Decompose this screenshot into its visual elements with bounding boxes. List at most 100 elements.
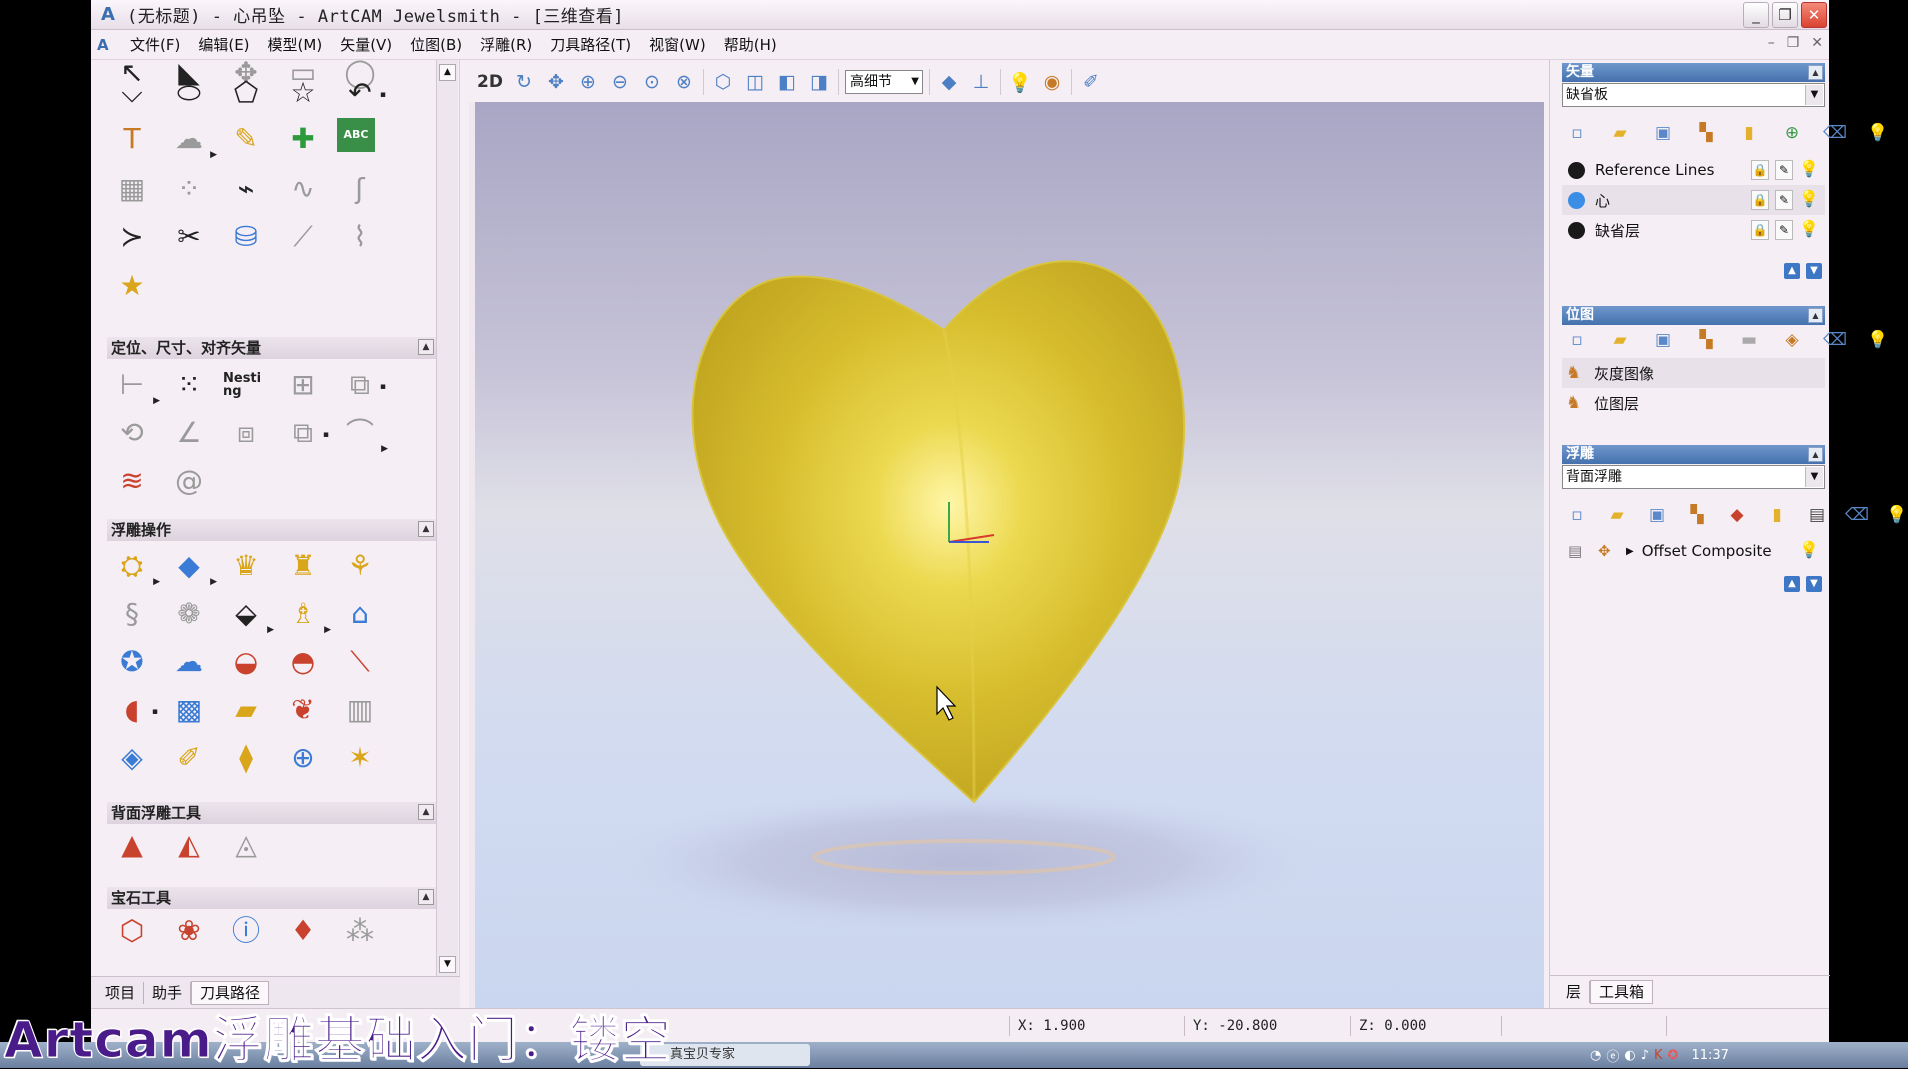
smooth-nodes-icon[interactable]: ⌁ <box>223 168 269 210</box>
back-relief-cut-icon[interactable]: ◭ <box>166 824 212 866</box>
align-icon[interactable]: ⊢ ▶ <box>109 364 160 406</box>
paste-icon[interactable]: ▚ <box>1693 121 1719 145</box>
light-icon[interactable]: 💡 <box>1007 69 1033 95</box>
move-down-icon[interactable]: ▼ <box>1806 263 1822 279</box>
diamond-plane-icon[interactable]: ◈ <box>109 737 155 779</box>
mirror-icon[interactable]: ⧈ <box>223 412 269 454</box>
extrude-icon[interactable]: ♛ <box>223 545 269 587</box>
vector-import-icon[interactable]: ✎ <box>223 118 269 160</box>
zoom-out-icon[interactable]: ⊖ <box>607 69 633 95</box>
column-icon[interactable]: ▥ <box>337 689 383 731</box>
size-icon[interactable]: ⊞ <box>280 364 326 406</box>
side-view-icon[interactable]: ◨ <box>806 69 832 95</box>
brush-icon[interactable]: ⟍ <box>337 641 383 683</box>
bulb-icon[interactable]: 💡 <box>1799 220 1819 240</box>
visibility-icon[interactable]: 💡 <box>1865 121 1891 145</box>
star-relief-icon[interactable]: ✶ <box>337 737 383 779</box>
layer-row[interactable]: 心 🔒 ✎ 💡 <box>1562 185 1825 215</box>
new-bitmap-icon[interactable]: ▫ <box>1564 328 1590 352</box>
add-icon[interactable]: ✚ <box>280 118 326 160</box>
texture-icon[interactable]: ❁ <box>166 593 212 635</box>
gem-diamond-icon[interactable]: ♦ <box>280 910 326 952</box>
save-icon[interactable]: ▣ <box>1650 328 1676 352</box>
menu-toolpath[interactable]: 刀具路径(T) <box>541 31 640 59</box>
mesh-sphere-icon[interactable]: ⊕ <box>280 737 326 779</box>
globe-texture-icon[interactable]: ▩ <box>166 689 212 731</box>
star-wand-icon[interactable]: ★ <box>109 265 155 307</box>
move-down-icon[interactable]: ▼ <box>1806 576 1822 592</box>
wave-icon[interactable]: ⌒ ▶ <box>337 412 388 454</box>
close-button[interactable]: ✕ <box>1801 2 1827 28</box>
collapse-up-icon[interactable]: ▲ <box>1808 65 1823 80</box>
tool-panel-scrollbar[interactable]: ▲ ▼ <box>436 60 458 977</box>
collapse-up-icon[interactable]: ▲ <box>418 889 434 905</box>
zoom-box-icon[interactable]: ⊙ <box>639 69 665 95</box>
collapse-up-icon[interactable]: ▲ <box>418 521 434 537</box>
trim-vector-icon[interactable]: ✂ <box>166 216 212 258</box>
move-up-icon[interactable]: ▲ <box>1784 263 1800 279</box>
title-bar[interactable]: A (无标题) - 心吊坠 - ArtCAM Jewelsmith - [三维查… <box>91 0 1829 30</box>
minimize-button[interactable]: _ <box>1743 2 1769 28</box>
gem-info-icon[interactable]: ⓘ <box>223 910 269 952</box>
edit-pen-icon[interactable]: ✎ <box>1775 160 1793 180</box>
material-icon[interactable]: ◉ <box>1039 69 1065 95</box>
bitmap-to-vector-icon[interactable]: ◈ <box>1779 328 1805 352</box>
tab-toolbox[interactable]: 工具箱 <box>1590 980 1654 1004</box>
lock-icon[interactable]: 🔒 <box>1751 160 1769 180</box>
gem-setting-icon[interactable]: ⬡ <box>109 910 155 952</box>
relief-layer-row[interactable]: ▤ ✥ ▶ Offset Composite 💡 <box>1562 536 1825 566</box>
delete-layer-icon[interactable]: ⌫ <box>1822 121 1848 145</box>
menu-help[interactable]: 帮助(H) <box>715 31 786 59</box>
zoom-in-icon[interactable]: ⊕ <box>575 69 601 95</box>
polygon-tool-icon[interactable]: ⬠ <box>223 72 269 114</box>
offset-vector-icon[interactable]: ≻ <box>109 216 155 258</box>
back-relief-icon[interactable]: ▲ <box>109 824 155 866</box>
plane-icon[interactable]: ◆ ▶ <box>166 545 217 587</box>
ring-icon[interactable]: ◓ <box>280 641 326 683</box>
pan-icon[interactable]: ✥ <box>543 69 569 95</box>
rotate-icon[interactable]: ⟲ <box>109 412 155 454</box>
edit-pen-icon[interactable]: ✎ <box>1775 190 1793 210</box>
save-icon[interactable]: ▣ <box>1650 121 1676 145</box>
tray-volume-icon[interactable]: ♪ <box>1641 1048 1649 1063</box>
new-relief-icon[interactable]: ▫ <box>1564 503 1590 527</box>
lock-icon[interactable]: 🔒 <box>1751 190 1769 210</box>
note-icon[interactable]: ▮ <box>1736 121 1762 145</box>
zoom-all-icon[interactable]: ⊗ <box>671 69 697 95</box>
film-icon[interactable]: ▤ <box>1804 503 1830 527</box>
top-view-icon[interactable]: ◧ <box>774 69 800 95</box>
curve-fit-icon[interactable]: ∿ <box>280 168 326 210</box>
tab-toolpaths[interactable]: 刀具路径 <box>191 980 270 1005</box>
detail-level-select[interactable]: 高细节 ▼ <box>845 70 923 94</box>
angle-icon[interactable]: ∠ <box>166 412 212 454</box>
view-2d-button[interactable]: 2D <box>475 69 505 95</box>
section-header-relief[interactable]: 浮雕操作 ▲ <box>107 519 436 541</box>
section-header-align[interactable]: 定位、尺寸、对齐矢量 ▲ <box>107 337 436 359</box>
move-up-icon[interactable]: ▲ <box>1784 576 1800 592</box>
vector-sheet-select[interactable]: 缺省板 ▼ <box>1562 83 1825 107</box>
visibility-icon[interactable]: 💡 <box>1884 503 1908 527</box>
leaf-icon[interactable]: ◖ ▪ <box>109 689 158 731</box>
expand-arrow-icon[interactable]: ▶ <box>1626 546 1634 557</box>
note-icon[interactable]: ▮ <box>1764 503 1790 527</box>
grid-array-icon[interactable]: ▦ <box>109 168 155 210</box>
ellipse-tool-icon[interactable]: ⬭ <box>166 72 212 114</box>
tray-security-icon[interactable]: K <box>1654 1048 1663 1063</box>
sweep-icon[interactable]: § <box>109 593 155 635</box>
pen-relief-icon[interactable]: ✐ <box>166 737 212 779</box>
delete-bitmap-icon[interactable]: ⌫ <box>1822 328 1848 352</box>
stack-relief-icon[interactable]: ⧫ <box>223 737 269 779</box>
mdi-restore-icon[interactable]: ❐ <box>1787 35 1800 51</box>
bitmap-row[interactable]: ♞ 灰度图像 <box>1562 358 1825 388</box>
mdi-minimize-icon[interactable]: – <box>1768 35 1775 51</box>
spin-icon[interactable]: ♜ <box>280 545 326 587</box>
circle-dots-icon[interactable]: ⁙ <box>166 364 212 406</box>
edit-pen-icon[interactable]: ✎ <box>1775 220 1793 240</box>
paste-icon[interactable]: ▚ <box>1693 328 1719 352</box>
mdi-close-icon[interactable]: ✕ <box>1811 35 1823 51</box>
back-relief-layers-icon[interactable]: ◬ <box>223 824 269 866</box>
bulb-icon[interactable]: 💡 <box>1799 160 1819 180</box>
spiral-icon[interactable]: @ <box>166 460 212 502</box>
fillet-icon[interactable]: ⟋ <box>280 216 326 258</box>
nesting-icon[interactable]: Nesting <box>223 364 269 406</box>
